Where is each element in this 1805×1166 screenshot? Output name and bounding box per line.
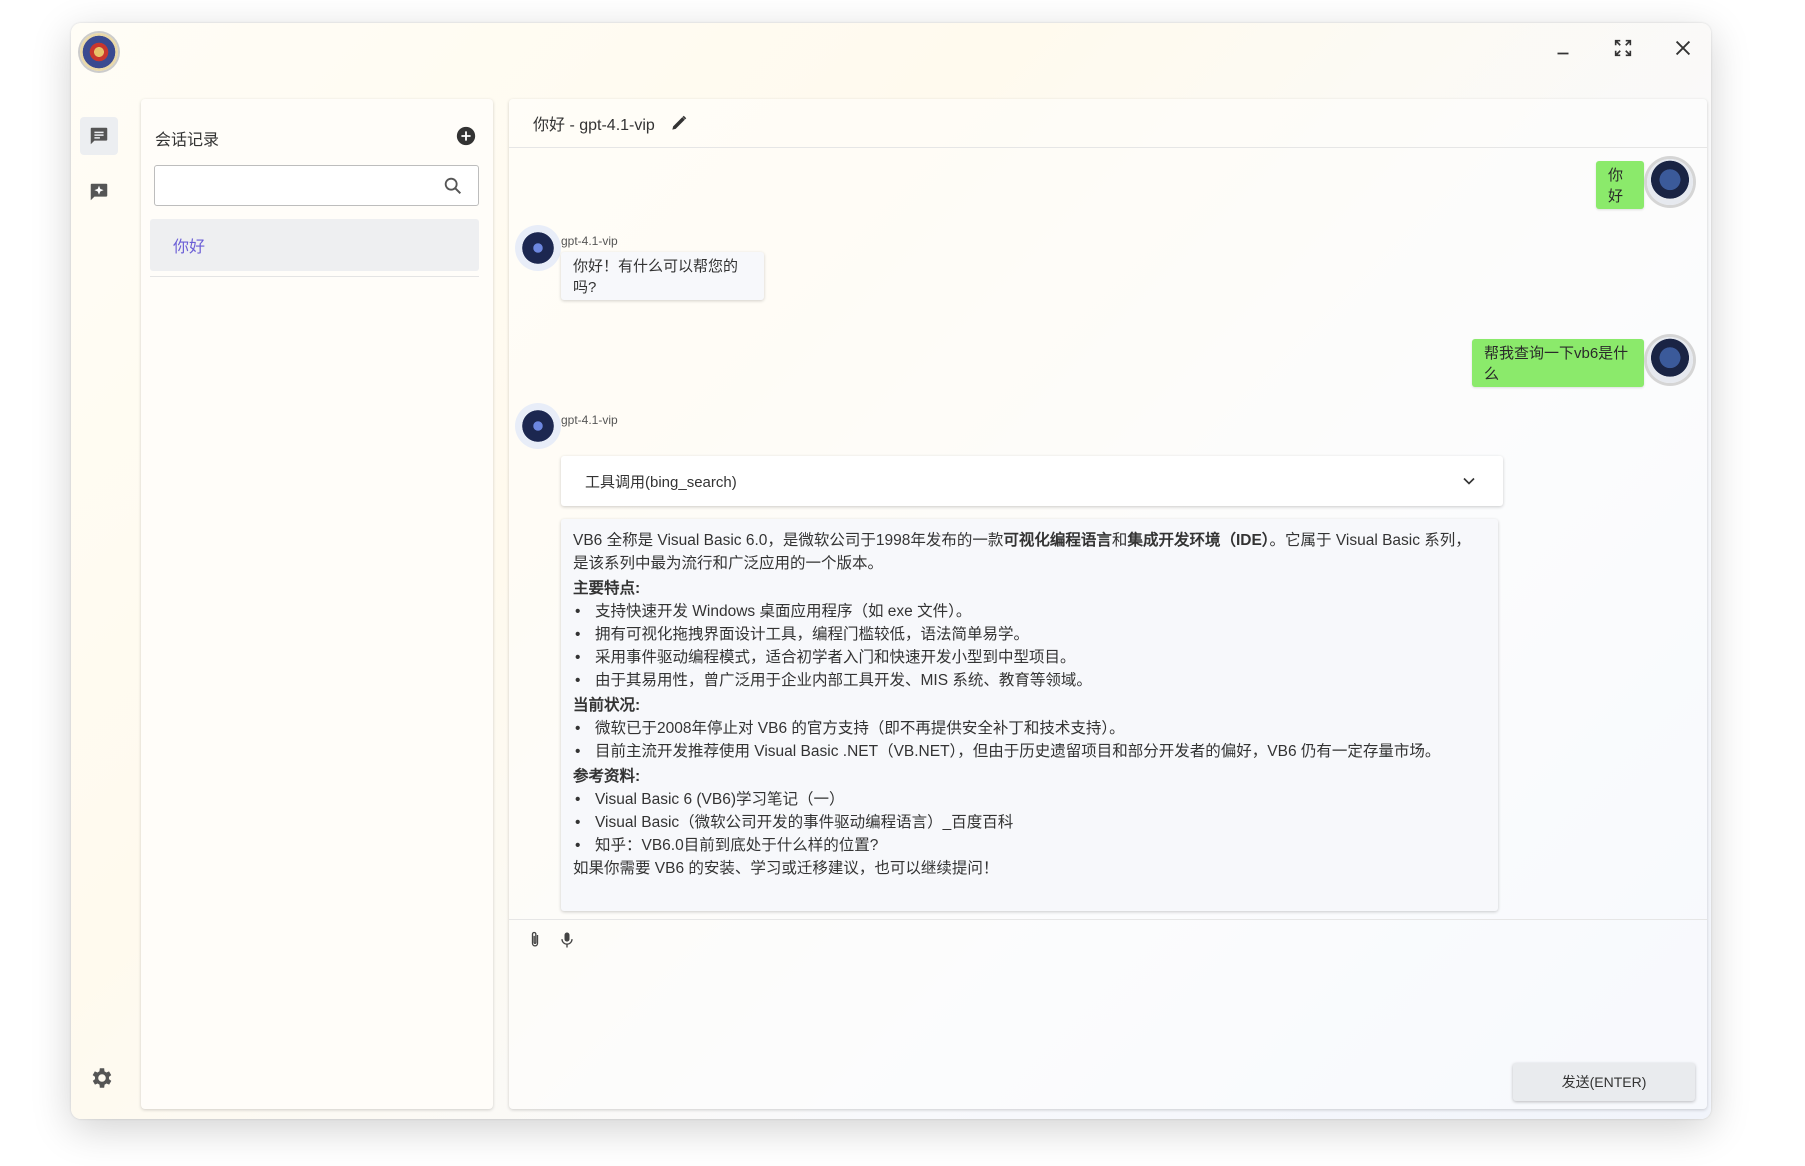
send-button[interactable]: 发送(ENTER) bbox=[1513, 1063, 1695, 1101]
minimize-button[interactable] bbox=[1547, 33, 1579, 63]
answer-intro: VB6 全称是 Visual Basic 6.0，是微软公司于1998年发布的一… bbox=[573, 532, 1471, 572]
session-item-label: 你好 bbox=[173, 239, 206, 256]
chat-panel: 你好 - gpt-4.1-vip 你好 gpt-4.1-vip 你好！有什么可以… bbox=[509, 99, 1707, 1109]
session-item[interactable]: 你好 bbox=[150, 219, 479, 271]
settings-gear-icon[interactable] bbox=[89, 1065, 115, 1091]
fullscreen-button[interactable] bbox=[1607, 33, 1639, 63]
user-avatar bbox=[1647, 159, 1693, 205]
tool-call-label: 工具调用(bing_search) bbox=[585, 473, 737, 491]
close-button[interactable] bbox=[1667, 33, 1699, 63]
bot-answer: VB6 全称是 Visual Basic 6.0，是微软公司于1998年发布的一… bbox=[561, 519, 1498, 911]
fullscreen-icon bbox=[1614, 39, 1632, 57]
message-input-area: 发送(ENTER) bbox=[509, 919, 1707, 1109]
bot-name: gpt-4.1-vip bbox=[561, 234, 618, 248]
nav-ai-button[interactable] bbox=[80, 173, 118, 211]
chevron-down-icon bbox=[1463, 477, 1475, 485]
chat-title: 你好 - gpt-4.1-vip bbox=[533, 117, 655, 134]
status-list: 微软已于2008年停止对 VB6 的官方支持（即不再提供安全补丁和技术支持）。 … bbox=[573, 717, 1486, 763]
nav-rail bbox=[71, 93, 131, 1119]
features-list: 支持快速开发 Windows 桌面应用程序（如 exe 文件）。 拥有可视化拖拽… bbox=[573, 600, 1486, 692]
refs-list: Visual Basic 6 (VB6)学习笔记（一） Visual Basic… bbox=[573, 788, 1486, 857]
app-logo bbox=[80, 33, 118, 71]
bot-avatar bbox=[515, 403, 561, 449]
bot-message-text: 你好！有什么可以帮您的吗? bbox=[573, 258, 739, 296]
window-controls bbox=[1547, 33, 1699, 63]
user-message: 你好 bbox=[1596, 161, 1644, 209]
user-message-text: 帮我查询一下vb6是什么 bbox=[1484, 345, 1629, 383]
list-item: Visual Basic（微软公司开发的事件驱动编程语言）_百度百科 bbox=[573, 811, 1486, 834]
message-input[interactable] bbox=[579, 928, 1687, 1048]
user-avatar bbox=[1647, 337, 1693, 383]
input-tools bbox=[525, 930, 577, 950]
session-panel-title: 会话记录 bbox=[155, 132, 220, 149]
user-message-text: 你好 bbox=[1608, 167, 1624, 205]
app-window: 会话记录 你好 你好 - gpt-4.1-vip 你好 gpt-4.1-vip … bbox=[71, 23, 1711, 1119]
chat-icon bbox=[90, 127, 108, 145]
list-item: 拥有可视化拖拽界面设计工具，编程门槛较低，语法简单易学。 bbox=[573, 623, 1486, 646]
tool-call-expander[interactable]: 工具调用(bing_search) bbox=[561, 456, 1503, 506]
list-item: 微软已于2008年停止对 VB6 的官方支持（即不再提供安全补丁和技术支持）。 bbox=[573, 717, 1486, 740]
answer-outro: 如果你需要 VB6 的安装、学习或迁移建议，也可以继续提问！ bbox=[573, 860, 999, 877]
answer-heading-features: 主要特点: bbox=[573, 580, 641, 597]
list-item: 知乎：VB6.0目前到底处于什么样的位置? bbox=[573, 834, 1486, 857]
user-message: 帮我查询一下vb6是什么 bbox=[1472, 339, 1644, 387]
bot-name: gpt-4.1-vip bbox=[561, 413, 618, 427]
list-item: 目前主流开发推荐使用 Visual Basic .NET（VB.NET），但由于… bbox=[573, 740, 1486, 763]
list-item: 由于其易用性，曾广泛用于企业内部工具开发、MIS 系统、教育等领域。 bbox=[573, 669, 1486, 692]
bot-avatar bbox=[515, 225, 561, 271]
session-divider bbox=[150, 276, 479, 277]
session-search bbox=[154, 165, 479, 206]
attachment-paperclip-icon[interactable] bbox=[525, 930, 545, 950]
microphone-icon[interactable] bbox=[557, 930, 577, 950]
close-icon bbox=[1675, 40, 1691, 56]
session-panel: 会话记录 你好 bbox=[141, 99, 493, 1109]
answer-heading-refs: 参考资料: bbox=[573, 768, 641, 785]
answer-heading-status: 当前状况: bbox=[573, 697, 641, 714]
bot-message: 你好！有什么可以帮您的吗? bbox=[561, 252, 764, 300]
add-session-icon[interactable] bbox=[455, 125, 477, 147]
chat-header: 你好 - gpt-4.1-vip bbox=[509, 99, 1707, 148]
minimize-icon bbox=[1557, 52, 1569, 55]
nav-chat-button[interactable] bbox=[80, 117, 118, 155]
list-item: Visual Basic 6 (VB6)学习笔记（一） bbox=[573, 788, 1486, 811]
session-search-input[interactable] bbox=[155, 166, 442, 205]
list-item: 采用事件驱动编程模式，适合初学者入门和快速开发小型到中型项目。 bbox=[573, 646, 1486, 669]
search-icon[interactable] bbox=[442, 175, 464, 197]
edit-pencil-icon[interactable] bbox=[669, 113, 689, 133]
sparkle-chat-icon bbox=[90, 183, 108, 201]
list-item: 支持快速开发 Windows 桌面应用程序（如 exe 文件）。 bbox=[573, 600, 1486, 623]
